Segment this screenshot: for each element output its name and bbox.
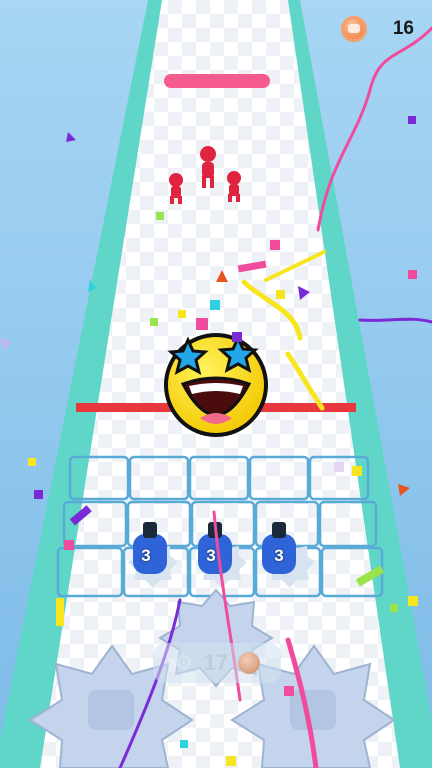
- spawn-cost: 17: [203, 650, 229, 675]
- coin-icon: [340, 16, 367, 42]
- spawn-tower-button[interactable]: ⚙ 17: [153, 643, 281, 683]
- coin-icon: [238, 652, 261, 674]
- tower-level-label: 3: [206, 546, 216, 565]
- emoji-ball: [164, 333, 268, 437]
- coin-count: 16: [392, 18, 414, 39]
- tower-level-label: 3: [141, 546, 151, 565]
- enemy-health-fill: [164, 74, 270, 88]
- tower-level-label: 3: [274, 546, 284, 565]
- gear-icon: ⚙: [173, 650, 194, 675]
- coin-counter: 16: [340, 16, 414, 42]
